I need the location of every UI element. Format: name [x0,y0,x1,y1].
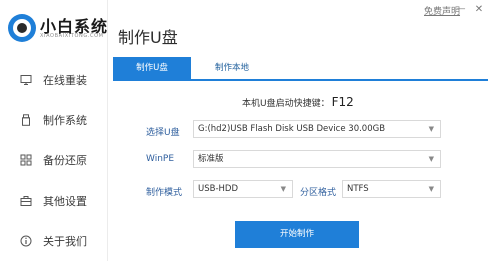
start-make-button[interactable]: 开始制作 [235,221,359,248]
mode-select[interactable]: USB-HDD ▼ [193,180,293,198]
sidebar-item-online-reinstall[interactable]: 在线重装 [0,68,108,92]
brand-domain: XIAOBAIXITONG.COM [40,33,104,39]
winpe-label: WinPE [146,154,175,164]
briefcase-icon [20,196,32,206]
sidebar-item-other-settings[interactable]: 其他设置 [0,189,108,213]
chevron-down-icon: ▼ [428,155,434,163]
winpe-select-value: 标准版 [198,154,224,164]
usb-select-value: G:(hd2)USB Flash Disk USB Device 30.00GB [198,124,386,134]
sidebar-item-about-us[interactable]: 关于我们 [0,229,108,253]
mode-select-value: USB-HDD [198,184,238,194]
sidebar-item-backup-restore[interactable]: 备份还原 [0,148,108,172]
logo-icon [8,14,36,42]
hotkey-value: F12 [331,95,354,109]
page-title: 制作U盘 [118,28,178,47]
brand-logo: 小白系统 XIAOBAIXITONG.COM [8,12,108,46]
sidebar: 小白系统 XIAOBAIXITONG.COM 在线重装 制作系统 备份还原 其他… [0,0,108,261]
usb-drive-icon [22,114,30,126]
sidebar-item-make-system[interactable]: 制作系统 [0,108,108,132]
sidebar-item-label: 制作系统 [43,114,87,127]
tab-make-usb[interactable]: 制作U盘 [113,57,191,79]
mode-label: 制作模式 [146,188,183,198]
usb-select-label: 选择U盘 [146,128,180,138]
chevron-down-icon: ▼ [428,125,434,133]
sidebar-item-label: 关于我们 [43,235,87,248]
tab-make-local[interactable]: 制作本地 [193,57,271,79]
partition-select-value: NTFS [347,184,369,194]
close-button[interactable]: ✕ [472,4,486,15]
backup-icon [20,154,32,166]
usb-select[interactable]: G:(hd2)USB Flash Disk USB Device 30.00GB… [193,120,441,138]
sidebar-item-label: 在线重装 [43,74,87,87]
chevron-down-icon: ▼ [428,185,434,193]
monitor-icon [20,75,32,85]
boot-hotkey-info: 本机U盘启动快捷键： F12 [242,95,354,109]
partition-label: 分区格式 [300,188,337,198]
tab-bar: 制作U盘 制作本地 [113,57,488,81]
winpe-select[interactable]: 标准版 ▼ [193,150,441,168]
partition-select[interactable]: NTFS ▼ [342,180,441,198]
sidebar-item-label: 其他设置 [43,195,87,208]
hotkey-label: 本机U盘启动快捷键： [242,99,330,109]
chevron-down-icon: ▼ [280,185,286,193]
info-icon [20,235,32,247]
sidebar-item-label: 备份还原 [43,154,87,167]
minimize-button[interactable]: — [454,4,468,14]
